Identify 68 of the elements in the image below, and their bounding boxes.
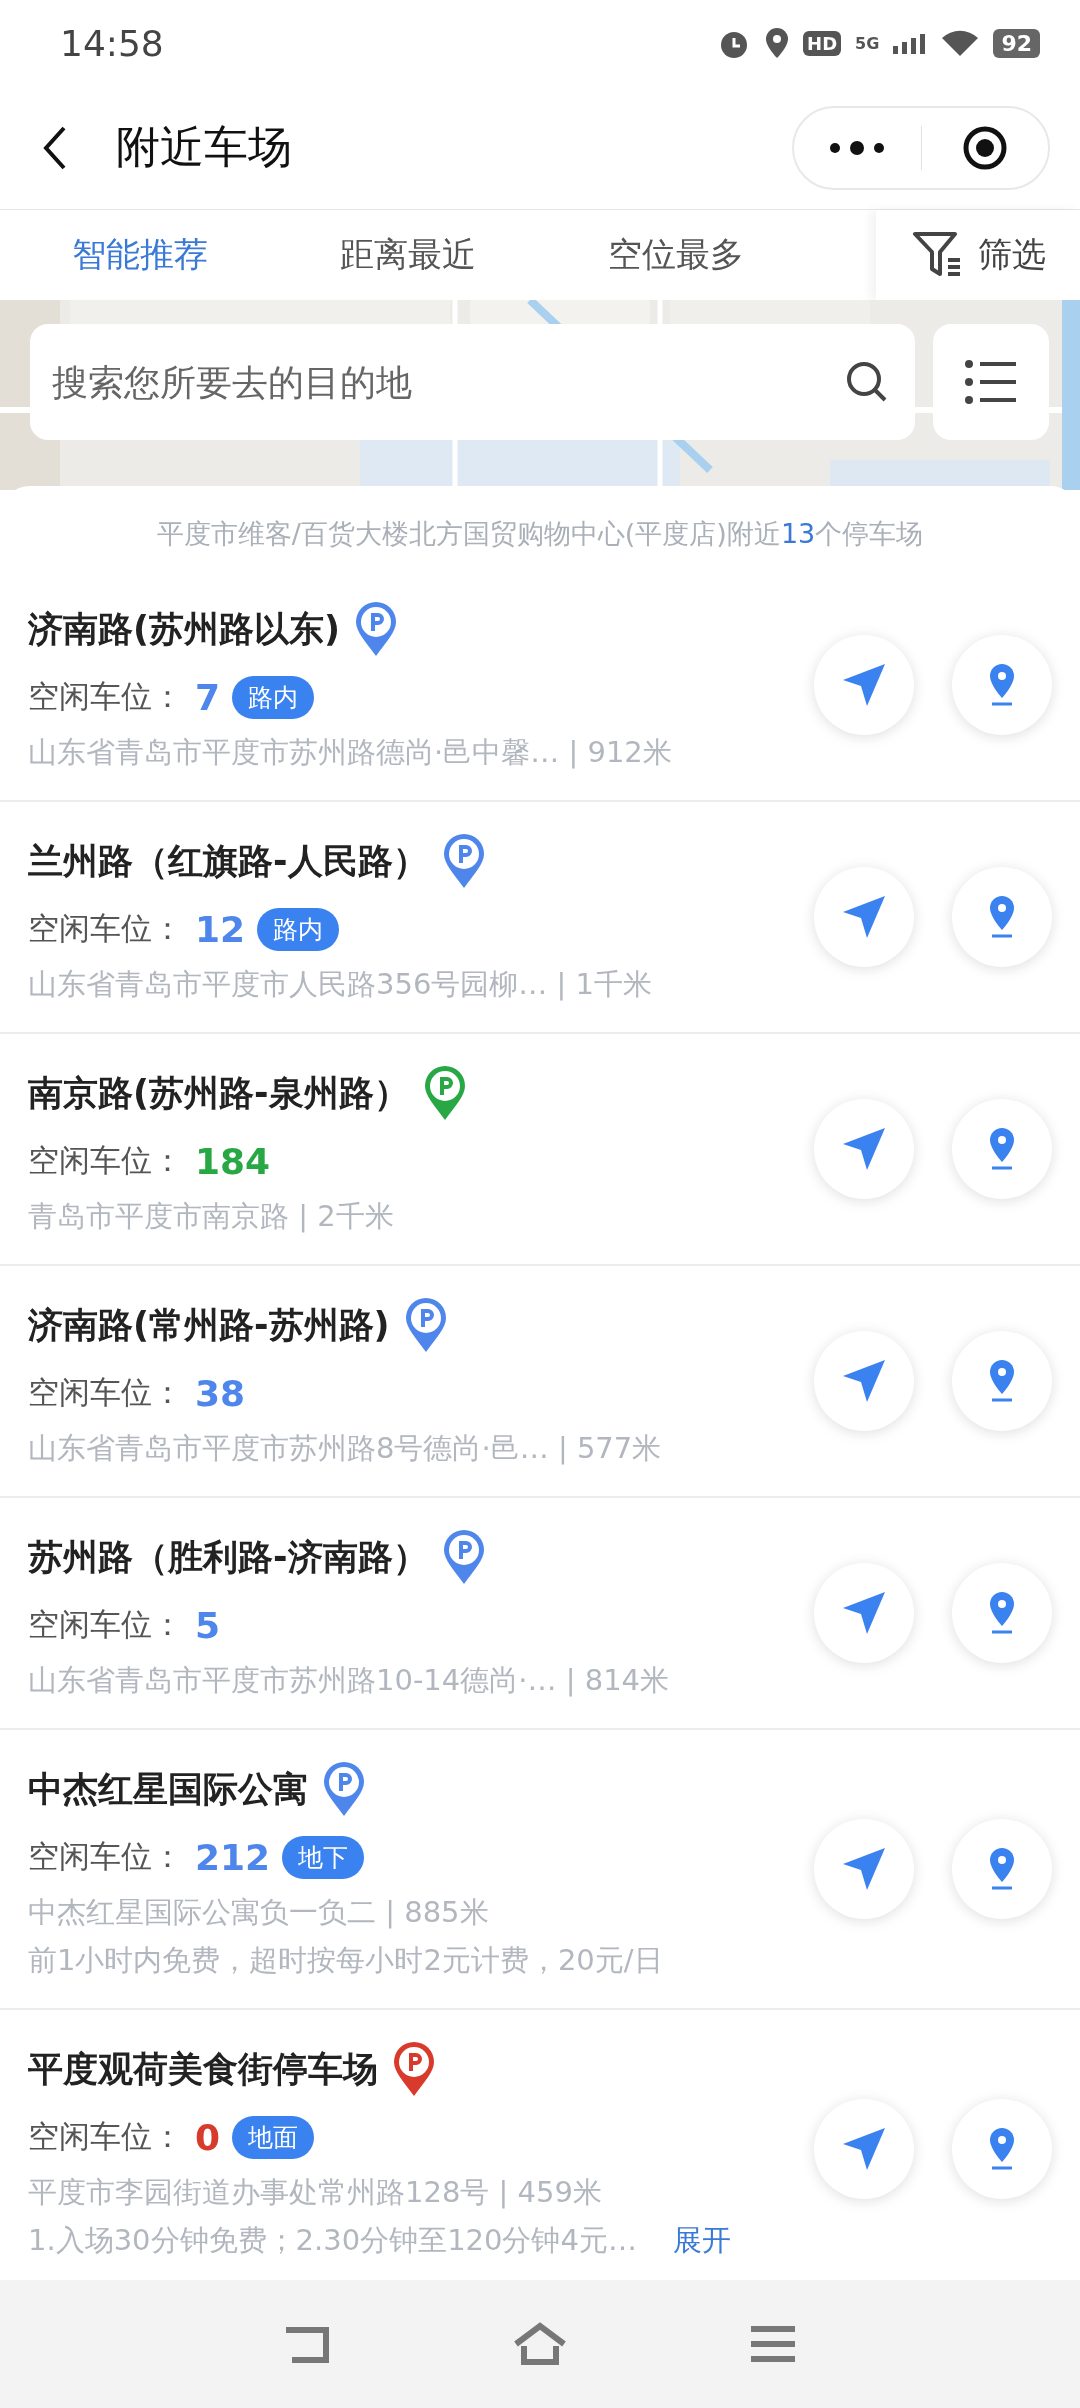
lot-address: 青岛市平度市南京路 | 2千米 bbox=[28, 1198, 395, 1235]
free-spaces-label: 空闲车位： bbox=[28, 1373, 183, 1412]
lot-name: 济南路(常州路-苏州路) bbox=[28, 1303, 390, 1347]
nearby-summary: 平度市维客/百货大楼北方国贸购物中心(平度店)附近13个停车场 bbox=[155, 517, 925, 551]
location-icon bbox=[765, 27, 790, 59]
navigation-arrow-icon bbox=[841, 2126, 887, 2172]
fee-info: 1.入场30分钟免费；2.30分钟至120分钟4元… bbox=[28, 2222, 637, 2259]
lot-name: 兰州路（红旗路-人民路） bbox=[28, 839, 428, 883]
navigation-arrow-icon bbox=[841, 662, 887, 708]
free-spaces-label: 空闲车位： bbox=[28, 1141, 183, 1180]
sort-tab[interactable]: 距离最近 bbox=[340, 232, 609, 278]
list-button[interactable] bbox=[933, 324, 1049, 440]
free-spaces-label: 空闲车位： bbox=[28, 677, 183, 716]
location-pin-icon bbox=[987, 2126, 1017, 2172]
lot-type-tag: 路内 bbox=[257, 907, 340, 951]
free-spaces-label: 空闲车位： bbox=[28, 909, 183, 948]
lot-name: 济南路(苏州路以东) bbox=[28, 607, 340, 651]
lot-address: 山东省青岛市平度市苏州路德尚·邑中馨… | 912米 bbox=[28, 734, 673, 771]
lot-address: 中杰红星国际公寓负一负二 | 885米 bbox=[28, 1894, 490, 1931]
filter-button[interactable]: 筛选 bbox=[876, 210, 1080, 300]
signal-icon bbox=[893, 32, 928, 54]
lot-name: 中杰红星国际公寓 bbox=[28, 1767, 308, 1811]
lot-address: 山东省青岛市平度市苏州路10-14德尚·… | 814米 bbox=[28, 1662, 671, 1699]
free-spaces-count: 7 bbox=[195, 676, 221, 718]
location-pin-icon bbox=[987, 1590, 1017, 1636]
wifi-icon bbox=[941, 28, 980, 58]
lot-address: 山东省青岛市平度市苏州路8号德尚·邑… | 577米 bbox=[28, 1430, 663, 1467]
location-pin-icon bbox=[987, 1846, 1017, 1892]
lot-address: 山东省青岛市平度市人民路356号园柳… | 1千米 bbox=[28, 966, 653, 1003]
target-icon bbox=[961, 124, 1008, 171]
fee-info: 前1小时内免费，超时按每小时2元计费，20元/日 bbox=[28, 1942, 663, 1979]
expand-link[interactable]: 展开 bbox=[672, 2221, 731, 2261]
network-indicator: 5G bbox=[855, 33, 880, 53]
battery-level: 92 bbox=[993, 28, 1040, 58]
search-icon bbox=[845, 360, 889, 404]
navigation-arrow-icon bbox=[841, 1846, 887, 1892]
free-spaces-label: 空闲车位： bbox=[28, 2117, 183, 2156]
free-spaces-count: 184 bbox=[195, 1140, 271, 1182]
navigation-arrow-icon bbox=[841, 1126, 887, 1172]
free-spaces-count: 12 bbox=[195, 908, 246, 950]
free-spaces-count: 0 bbox=[195, 2116, 221, 2158]
lot-type-tag: 地下 bbox=[282, 1835, 365, 1879]
lot-name: 南京路(苏州路-泉州路） bbox=[28, 1071, 409, 1115]
location-pin-icon bbox=[987, 1126, 1017, 1172]
lot-type-tag: 地面 bbox=[232, 2115, 315, 2159]
free-spaces-count: 5 bbox=[195, 1604, 221, 1646]
lot-name: 苏州路（胜利路-济南路） bbox=[28, 1535, 428, 1579]
location-pin-icon bbox=[987, 1358, 1017, 1404]
page-title: 附近车场 bbox=[116, 120, 293, 174]
location-pin-icon bbox=[987, 662, 1017, 708]
free-spaces-count: 212 bbox=[195, 1836, 271, 1878]
list-icon bbox=[964, 359, 1018, 405]
menu-icon bbox=[749, 2324, 798, 2364]
lot-address: 平度市李园街道办事处常州路128号 | 459米 bbox=[28, 2174, 603, 2211]
location-pin-icon bbox=[987, 894, 1017, 940]
sort-tab[interactable]: 空位最多 bbox=[608, 232, 877, 278]
free-spaces-count: 38 bbox=[195, 1372, 246, 1414]
navigation-arrow-icon bbox=[841, 1590, 887, 1636]
lot-name: 平度观荷美食街停车场 bbox=[28, 2047, 378, 2091]
navigation-arrow-icon bbox=[841, 894, 887, 940]
free-spaces-label: 空闲车位： bbox=[28, 1837, 183, 1876]
hd-indicator: HD bbox=[803, 30, 842, 56]
sort-tab[interactable]: 智能推荐 bbox=[72, 232, 341, 278]
home-icon bbox=[512, 2322, 568, 2366]
free-spaces-label: 空闲车位： bbox=[28, 1605, 183, 1644]
lot-type-tag: 路内 bbox=[232, 675, 315, 719]
status-time: 14:58 bbox=[60, 22, 164, 64]
navigation-arrow-icon bbox=[841, 1358, 887, 1404]
